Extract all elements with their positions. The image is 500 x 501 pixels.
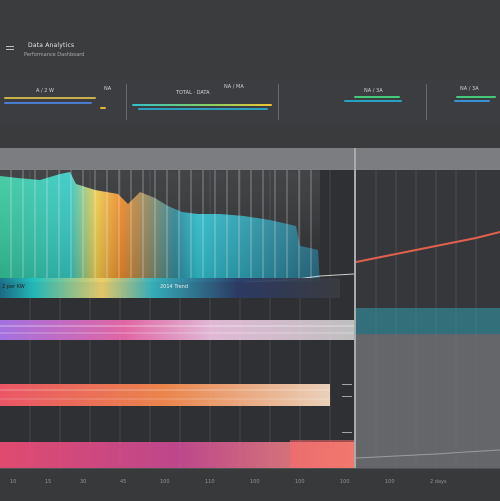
right-trend-line <box>356 231 500 263</box>
right-panel-svg <box>356 170 500 468</box>
metric-card-1[interactable]: A / 2 W NA <box>0 80 126 124</box>
main-chart <box>0 170 354 468</box>
metric-label: NA / 3A <box>364 88 383 94</box>
metrics-row: A / 2 W NA TOTAL · DATA NA / MA NA / 3A … <box>0 80 500 125</box>
metric-label: NA / 3A <box>460 86 479 92</box>
right-gray-panel <box>356 334 500 468</box>
divider <box>126 84 127 120</box>
metric-bar <box>100 107 106 109</box>
metric-bar <box>354 96 400 98</box>
tick-label: 10 <box>10 479 17 485</box>
tick-label: 45 <box>120 479 127 485</box>
main-chart-svg <box>0 170 354 468</box>
metric-label: NA / MA <box>224 84 244 90</box>
tick-label: 15 <box>45 479 52 485</box>
legend-left-label: 2 per KW <box>2 284 25 290</box>
tick-label: 100 <box>250 479 260 485</box>
right-panel <box>356 170 500 468</box>
footer-axis: 10 15 30 45 100 110 100 100 100 100 2 da… <box>0 468 500 501</box>
tick-label: 100 <box>340 479 350 485</box>
metric-bar <box>138 108 268 110</box>
tick-label: 110 <box>205 479 215 485</box>
tick-label: 100 <box>160 479 170 485</box>
tick-label: 100 <box>385 479 395 485</box>
metric-label: NA <box>104 86 112 92</box>
divider <box>278 84 279 120</box>
metric-bar <box>456 96 496 98</box>
tick-label: 2 days <box>430 479 447 485</box>
top-bar: Data Analytics Performance Dashboard <box>0 0 500 81</box>
metric-label: A / 2 W <box>36 88 54 94</box>
app-subtitle: Performance Dashboard <box>24 52 85 58</box>
right-band <box>356 308 500 334</box>
panel-header <box>0 148 500 170</box>
tick-label: 30 <box>80 479 87 485</box>
app-title: Data Analytics <box>28 42 75 49</box>
divider <box>426 84 427 120</box>
legend-mid-label: 2014 Trend <box>160 284 188 290</box>
metric-bar <box>4 102 92 104</box>
band-series-1 <box>0 320 354 340</box>
metric-card-4[interactable]: NA / 3A <box>428 80 500 124</box>
spacer-band <box>0 124 500 148</box>
metric-bar <box>454 100 490 102</box>
metric-card-2[interactable]: TOTAL · DATA NA / MA <box>128 80 278 124</box>
menu-icon[interactable] <box>6 46 14 52</box>
metric-label: TOTAL · DATA <box>176 90 210 96</box>
metric-bar <box>344 100 402 102</box>
band-series-2 <box>0 384 330 406</box>
tick-label: 100 <box>295 479 305 485</box>
metric-bar <box>4 97 96 99</box>
metric-bar <box>132 104 272 106</box>
metric-card-3[interactable]: NA / 3A <box>300 80 426 124</box>
